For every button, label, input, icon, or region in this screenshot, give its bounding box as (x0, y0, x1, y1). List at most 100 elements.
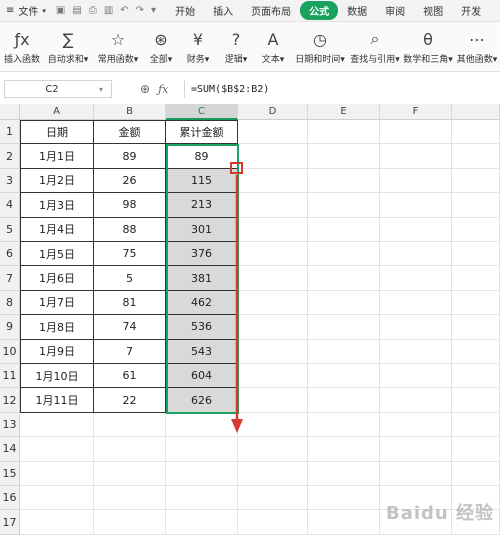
grid-cell[interactable] (94, 486, 166, 511)
row-header-3[interactable]: 3 (0, 168, 20, 194)
grid-cell[interactable] (238, 412, 308, 438)
tab-6[interactable]: 视图 (414, 1, 452, 20)
ribbon-button-1[interactable]: ∑ 自动求和▾ (44, 22, 92, 71)
data-cell[interactable]: 1月8日 (20, 315, 94, 340)
chevron-down-icon[interactable]: ▾ (99, 85, 111, 94)
grid-cell[interactable] (452, 437, 500, 462)
data-cell[interactable]: 89 (94, 144, 166, 169)
data-cell[interactable]: 7 (94, 339, 166, 364)
column-header-a[interactable]: A (20, 104, 94, 120)
grid-cell[interactable] (20, 412, 94, 438)
data-cell[interactable]: 462 (166, 290, 238, 316)
grid-cell[interactable] (380, 461, 452, 486)
grid-cell[interactable] (308, 242, 380, 267)
data-cell[interactable]: 22 (94, 388, 166, 413)
grid-cell[interactable] (308, 217, 380, 242)
grid-cell[interactable] (238, 315, 308, 340)
ribbon-button-6[interactable]: A 文本▾ (254, 22, 292, 71)
open-icon[interactable]: ▤ (72, 5, 81, 16)
column-header-e[interactable]: E (308, 104, 380, 120)
grid-cell[interactable] (452, 242, 500, 267)
grid-cell[interactable] (452, 290, 500, 316)
row-header-6[interactable]: 6 (0, 242, 20, 267)
column-header-g[interactable] (452, 104, 500, 120)
row-header-17[interactable]: 17 (0, 510, 20, 535)
grid-cell[interactable] (308, 437, 380, 462)
grid-cell[interactable] (380, 242, 452, 267)
grid-cell[interactable] (94, 412, 166, 438)
grid-cell[interactable] (238, 193, 308, 218)
grid-cell[interactable] (452, 412, 500, 438)
grid-cell[interactable] (452, 193, 500, 218)
grid-cell[interactable] (238, 461, 308, 486)
grid-cell[interactable] (238, 364, 308, 389)
data-cell[interactable]: 1月7日 (20, 290, 94, 316)
data-cell[interactable]: 1月6日 (20, 266, 94, 291)
ribbon-button-5[interactable]: ? 逻辑▾ (218, 22, 254, 71)
tab-3[interactable]: 公式 (300, 1, 339, 20)
grid-cell[interactable] (308, 486, 380, 511)
grid-cell[interactable] (94, 437, 166, 462)
ribbon-button-3[interactable]: ⊛ 全部▾ (144, 22, 178, 71)
grid-cell[interactable] (94, 510, 166, 535)
tab-2[interactable]: 页面布局 (242, 1, 300, 20)
column-header-d[interactable]: D (238, 104, 308, 120)
grid-cell[interactable] (308, 168, 380, 194)
ribbon-button-10[interactable]: ⋯ 其他函数▾ (454, 22, 500, 71)
ribbon-button-7[interactable]: ◷ 日期和时间▾ (292, 22, 348, 71)
row-header-4[interactable]: 4 (0, 193, 20, 218)
tab-4[interactable]: 数据 (338, 1, 376, 20)
grid-cell[interactable] (380, 217, 452, 242)
grid-cell[interactable] (380, 144, 452, 169)
grid-cell[interactable] (238, 388, 308, 413)
data-cell[interactable]: 1月11日 (20, 388, 94, 413)
row-header-1[interactable]: 1 (0, 120, 20, 145)
grid-cell[interactable] (380, 412, 452, 438)
grid-cell[interactable] (308, 412, 380, 438)
row-header-14[interactable]: 14 (0, 437, 20, 462)
grid-cell[interactable] (166, 461, 238, 486)
grid-cell[interactable] (380, 120, 452, 145)
grid-cell[interactable] (452, 388, 500, 413)
grid-cell[interactable] (380, 266, 452, 291)
header-cell[interactable]: 累计金额 (166, 120, 238, 145)
row-header-5[interactable]: 5 (0, 217, 20, 242)
grid-cell[interactable] (452, 461, 500, 486)
grid-cell[interactable] (308, 388, 380, 413)
grid-cell[interactable] (308, 120, 380, 145)
grid-cell[interactable] (238, 242, 308, 267)
grid-cell[interactable] (308, 144, 380, 169)
undo-icon[interactable]: ↶ (120, 5, 128, 16)
tab-7[interactable]: 开发 (452, 1, 490, 20)
grid-cell[interactable] (166, 412, 238, 438)
grid-cell[interactable] (238, 510, 308, 535)
grid-cell[interactable] (166, 437, 238, 462)
tab-0[interactable]: 开始 (166, 1, 204, 20)
data-cell[interactable]: 1月2日 (20, 168, 94, 194)
tab-5[interactable]: 审阅 (376, 1, 414, 20)
file-menu[interactable]: ≡ 文件 ▾ (0, 3, 50, 18)
grid-cell[interactable] (238, 266, 308, 291)
ribbon-button-4[interactable]: ¥ 财务▾ (178, 22, 218, 71)
row-header-2[interactable]: 2 (0, 144, 20, 169)
print-icon[interactable]: ⎙ (89, 5, 97, 16)
data-cell[interactable]: 61 (94, 364, 166, 389)
grid-cell[interactable] (452, 364, 500, 389)
save-icon[interactable]: ▣ (56, 5, 65, 16)
ribbon-button-0[interactable]: ƒx 插入函数 (0, 22, 44, 71)
grid-cell[interactable] (308, 510, 380, 535)
redo-icon[interactable]: ↷ (136, 5, 144, 16)
zoom-icon[interactable]: ⊕ (140, 82, 150, 96)
data-cell[interactable]: 5 (94, 266, 166, 291)
grid-cell[interactable] (380, 193, 452, 218)
grid-cell[interactable] (238, 217, 308, 242)
grid-cell[interactable] (20, 437, 94, 462)
grid-cell[interactable] (452, 315, 500, 340)
grid-cell[interactable] (238, 339, 308, 364)
export-icon[interactable]: ▥ (104, 5, 113, 16)
row-header-13[interactable]: 13 (0, 412, 20, 438)
column-header-b[interactable]: B (94, 104, 166, 120)
header-cell[interactable]: 金额 (94, 120, 166, 145)
data-cell[interactable]: 543 (166, 339, 238, 364)
data-cell[interactable]: 1月4日 (20, 217, 94, 242)
